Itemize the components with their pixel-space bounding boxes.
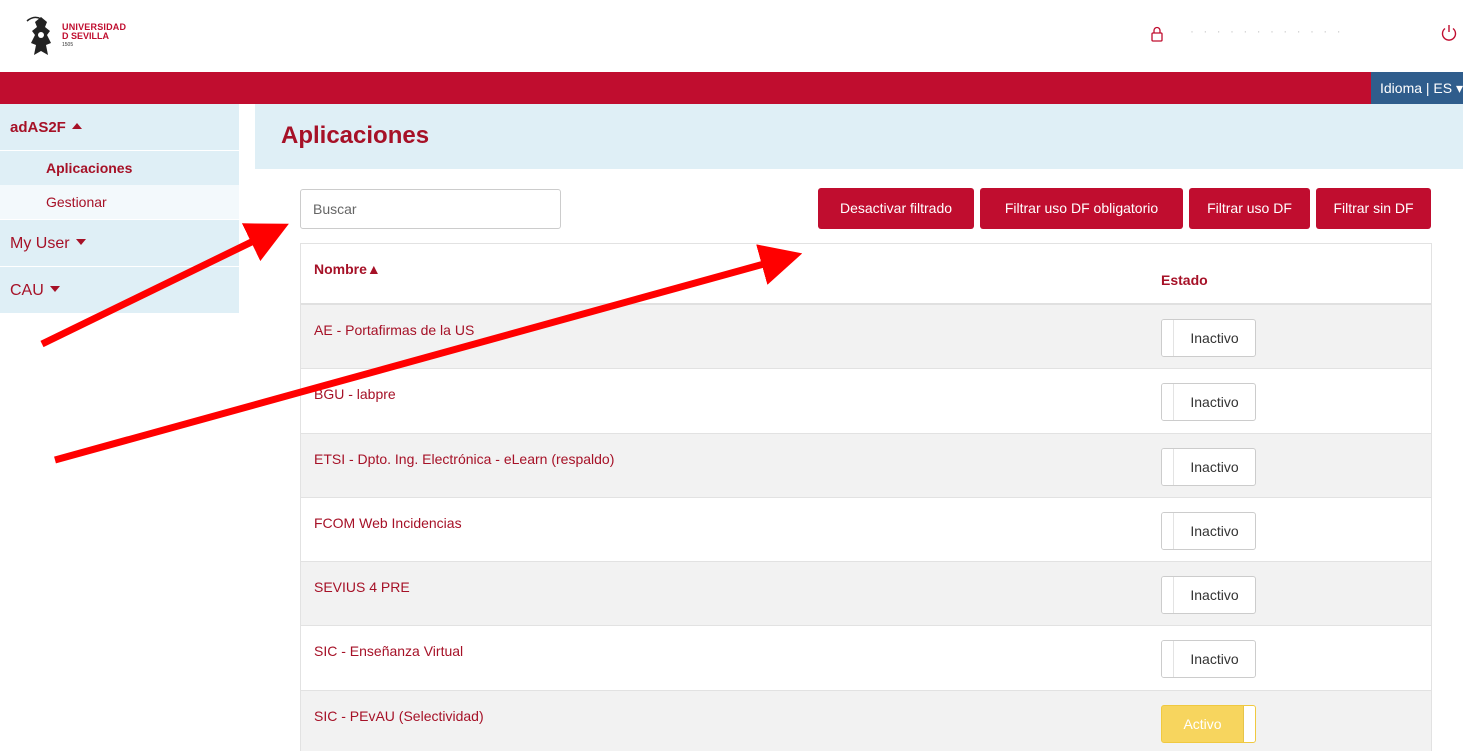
status-toggle[interactable]: Inactivo [1161, 383, 1256, 422]
status-label: Inactivo [1190, 394, 1239, 411]
status-label: Inactivo [1190, 522, 1239, 539]
lock-icon [1151, 26, 1163, 42]
table-header: Nombre▲ Estado [301, 244, 1431, 305]
table-row: ETSI - Dpto. Ing. Electrónica - eLearn (… [301, 433, 1431, 498]
caret-up-icon [71, 123, 82, 129]
status-toggle[interactable]: Inactivo [1161, 319, 1256, 357]
language-selector[interactable]: Idioma | ES ▾ [1371, 72, 1463, 104]
app-name-link[interactable]: ETSI - Dpto. Ing. Electrónica - eLearn (… [314, 451, 614, 467]
table-row: FCOM Web Incidencias Inactivo [301, 497, 1431, 563]
app-name-link[interactable]: SEVIUS 4 PRE [314, 579, 410, 595]
sidebar: adAS2F Aplicaciones Gestionar My User CA… [0, 104, 239, 313]
status-toggle[interactable]: Inactivo [1161, 640, 1256, 679]
table-row: AE - Portafirmas de la US Inactivo [301, 305, 1431, 370]
chevron-down-icon: ▾ [1456, 80, 1463, 96]
app-name-link[interactable]: BGU - labpre [314, 386, 396, 402]
sidebar-item-gestionar[interactable]: Gestionar [0, 185, 239, 219]
applications-table: Nombre▲ Estado AE - Portafirmas de la US… [300, 243, 1432, 751]
table-row: SIC - PEvAU (Selectividad) Activo [301, 690, 1431, 751]
sidebar-my-user-label: My User [10, 235, 70, 252]
table-row: SIC - Enseñanza Virtual Inactivo [301, 626, 1431, 691]
status-label: Inactivo [1190, 587, 1239, 604]
language-label: Idioma | ES [1380, 80, 1453, 96]
university-logo[interactable]: UNIVERSIDAD D SEVILLA 1505 [26, 10, 186, 62]
search-input[interactable] [300, 189, 561, 229]
app-name-link[interactable]: SIC - Enseñanza Virtual [314, 643, 463, 659]
sidebar-item-cau[interactable]: CAU [0, 266, 239, 313]
status-label: Inactivo [1190, 330, 1239, 346]
status-label: Inactivo [1190, 458, 1239, 475]
sidebar-item-my-user[interactable]: My User [0, 219, 239, 266]
brand-bar [0, 72, 1463, 104]
disable-filter-button[interactable]: Desactivar filtrado [818, 188, 974, 229]
app-name-link[interactable]: AE - Portafirmas de la US [314, 322, 474, 338]
username: · · · · · · · · · · · · [1190, 24, 1344, 38]
table-body: AE - Portafirmas de la US Inactivo BGU -… [301, 305, 1431, 751]
filter-df-mandatory-button[interactable]: Filtrar uso DF obligatorio [980, 188, 1183, 229]
status-label: Activo [1183, 715, 1222, 732]
sidebar-item-aplicaciones[interactable]: Aplicaciones [0, 151, 239, 185]
status-toggle[interactable]: Activo [1161, 704, 1256, 743]
status-toggle[interactable]: Inactivo [1161, 447, 1256, 486]
caret-down-icon [75, 239, 86, 245]
logo-line3: 1505 [62, 41, 74, 48]
column-header-estado[interactable]: Estado [1161, 272, 1208, 288]
status-label: Inactivo [1190, 651, 1239, 668]
app-name-link[interactable]: FCOM Web Incidencias [314, 515, 462, 531]
column-header-nombre[interactable]: Nombre▲ [314, 261, 381, 277]
status-toggle[interactable]: Inactivo [1161, 576, 1256, 615]
page-title: Aplicaciones [281, 122, 430, 149]
app-root: UNIVERSIDAD D SEVILLA 1505 · · · · · · ·… [0, 0, 1463, 751]
table-row: SEVIUS 4 PRE Inactivo [301, 562, 1431, 627]
status-toggle[interactable]: Inactivo [1161, 511, 1256, 550]
app-name-link[interactable]: SIC - PEvAU (Selectividad) [314, 708, 484, 724]
sidebar-section-adas2f[interactable]: adAS2F [0, 104, 239, 151]
logo-line2: D SEVILLA [62, 30, 110, 41]
caret-down-icon [49, 286, 60, 292]
filter-df-use-button[interactable]: Filtrar uso DF [1189, 188, 1310, 229]
power-icon[interactable] [1440, 24, 1458, 42]
top-header: UNIVERSIDAD D SEVILLA 1505 · · · · · · ·… [0, 0, 1463, 72]
table-row: BGU - labpre Inactivo [301, 369, 1431, 434]
filter-no-df-button[interactable]: Filtrar sin DF [1316, 188, 1431, 229]
sidebar-cau-label: CAU [10, 282, 44, 299]
page-title-bar: Aplicaciones [255, 104, 1463, 169]
sidebar-section-title: adAS2F [10, 119, 66, 136]
university-seal-icon [26, 16, 51, 55]
